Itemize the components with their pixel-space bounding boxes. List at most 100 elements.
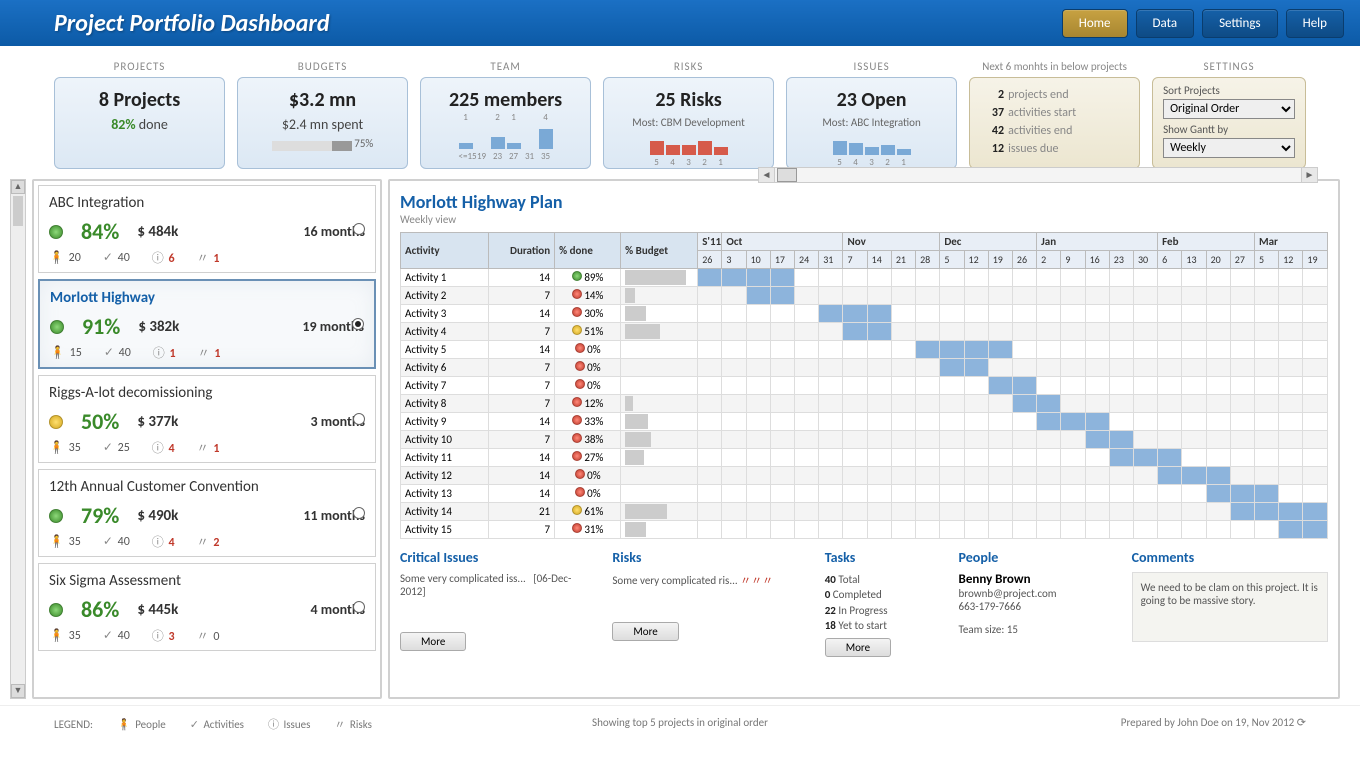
gantt-row: Activity 1214 0% [401,467,1328,485]
issues-icon: ⓘ [152,442,164,456]
project-card[interactable]: Riggs-A-lot decomissioning 50% $ 377k 3 … [38,375,376,463]
gantt-row: Activity 1421 61% [401,503,1328,521]
status-dot-icon [50,320,64,334]
gantt-select[interactable]: Weekly [1163,138,1295,158]
metric-team: TEAM 225 members 1214 <=151923273135 [420,60,591,169]
issues-icon: ⓘ [152,252,164,266]
status-dot-icon [49,603,63,617]
app-title: Project Portfolio Dashboard [54,9,1062,38]
metric-budgets: BUDGETS $3.2 mn $2.4 mn spent 75% [237,60,408,169]
scroll-down-icon: ▼ [11,684,25,698]
gantt-slider[interactable]: ◄ ► [758,167,1318,183]
projects-list: ABC Integration 84% $ 484k 16 months 🧍 2… [32,179,382,699]
risk-spark-icon: 〃〃〃 [740,574,773,587]
panel-comments: Comments We need to be clam on this proj… [1132,549,1328,657]
gantt-chart: ActivityDuration% done% BudgetS'11OctNov… [400,232,1328,539]
tasks-more-button[interactable]: More [825,638,891,657]
project-radio[interactable] [353,507,365,519]
metric-issues: ISSUES 23 Open Most: ABC Integration 543… [786,60,957,169]
project-pct: 50% [81,408,119,435]
activities-icon: ✓ [103,251,113,265]
gantt-row: Activity 1114 27% [401,449,1328,467]
issues-icon: ⓘ [153,347,165,361]
status-dot-icon [49,509,63,523]
risks-icon: 〃 [198,347,210,361]
panel-issues: Critical Issues Some very complicated is… [400,549,596,657]
gantt-row: Activity 77 0% [401,377,1328,395]
project-pct: 91% [82,313,120,340]
panel-people: People Benny Brown brownb@project.com 66… [959,549,1116,657]
nav-home[interactable]: Home [1062,9,1128,38]
detail-panel: Morlott Highway Plan Weekly view ◄ ► Act… [388,179,1340,699]
status-dot-icon [49,415,63,429]
bottom-panels: Critical Issues Some very complicated is… [400,549,1328,657]
nav-help[interactable]: Help [1286,9,1344,38]
main-area: ▲ ▼ ABC Integration 84% $ 484k 16 months… [0,175,1360,699]
legend: LEGEND: 🧍 People ✓ Activities ⓘ Issues 〃… [54,716,471,732]
risks-spark [612,131,765,155]
risks-icon: 〃 [334,718,345,731]
risks-icon: 〃 [197,252,209,266]
project-name: 12th Annual Customer Convention [49,478,365,496]
panel-tasks: Tasks 40 Total 0 Completed 22 In Progres… [825,549,943,657]
project-card[interactable]: ABC Integration 84% $ 484k 16 months 🧍 2… [38,185,376,273]
project-name: ABC Integration [49,194,365,212]
gantt-row: Activity 157 31% [401,521,1328,539]
risks-more-button[interactable]: More [612,622,678,641]
issues-icon: ⓘ [152,536,164,550]
sort-select[interactable]: Original Order [1163,99,1295,119]
people-icon: 🧍 [50,346,65,360]
team-spark [429,125,582,149]
project-radio[interactable] [353,413,365,425]
project-pct: 86% [81,596,119,623]
people-icon: 🧍 [49,251,64,265]
project-card[interactable]: Morlott Highway 91% $ 382k 19 months 🧍 1… [38,279,376,369]
metric-risks: RISKS 25 Risks Most: CBM Development 543… [603,60,774,169]
project-radio[interactable] [353,601,365,613]
slider-prev-icon: ◄ [759,168,775,182]
gantt-row: Activity 914 33% [401,413,1328,431]
gantt-row: Activity 87 12% [401,395,1328,413]
app-header: Project Portfolio Dashboard Home Data Se… [0,0,1360,46]
detail-subtitle: Weekly view [400,213,563,226]
people-icon: 🧍 [117,718,131,731]
project-card[interactable]: Six Sigma Assessment 86% $ 445k 4 months… [38,563,376,651]
risks-icon: 〃 [197,442,209,456]
project-card[interactable]: 12th Annual Customer Convention 79% $ 49… [38,469,376,557]
nav-settings[interactable]: Settings [1202,9,1278,38]
comments-text: We need to be clam on this project. It i… [1132,572,1328,642]
project-name: Six Sigma Assessment [49,572,365,590]
project-name: Riggs-A-lot decomissioning [49,384,365,402]
project-pct: 79% [81,502,119,529]
panel-risks: Risks Some very complicated ris... 〃〃〃 M… [612,549,808,657]
people-icon: 🧍 [49,441,64,455]
project-radio[interactable] [352,318,364,330]
gantt-row: Activity 27 14% [401,287,1328,305]
gantt-row: Activity 114 89% [401,269,1328,287]
nav-data[interactable]: Data [1136,9,1195,38]
activities-icon: ✓ [103,629,113,643]
left-scrollbar[interactable]: ▲ ▼ [10,179,26,699]
issues-icon: ⓘ [268,718,279,731]
issues-more-button[interactable]: More [400,632,466,651]
gantt-row: Activity 314 30% [401,305,1328,323]
gantt-row: Activity 47 51% [401,323,1328,341]
metric-upcoming: Next 6 monhts in below projects 2project… [969,60,1140,169]
scroll-up-icon: ▲ [11,180,25,194]
activities-icon: ✓ [104,346,114,360]
issues-icon: ⓘ [152,630,164,644]
detail-title: Morlott Highway Plan [400,191,563,213]
footer: LEGEND: 🧍 People ✓ Activities ⓘ Issues 〃… [0,705,1360,732]
risks-icon: 〃 [197,630,209,644]
gantt-row: Activity 107 38% [401,431,1328,449]
people-icon: 🧍 [49,535,64,549]
project-radio[interactable] [353,223,365,235]
metric-settings: SETTINGS Sort Projects Original Order Sh… [1152,60,1306,169]
metrics-row: PROJECTS 8 Projects 82% done BUDGETS $3.… [0,46,1360,175]
project-pct: 84% [81,218,119,245]
gantt-row: Activity 1314 0% [401,485,1328,503]
activities-icon: ✓ [103,535,113,549]
activities-icon: ✓ [103,441,113,455]
project-name: Morlott Highway [50,289,364,307]
metric-projects: PROJECTS 8 Projects 82% done [54,60,225,169]
